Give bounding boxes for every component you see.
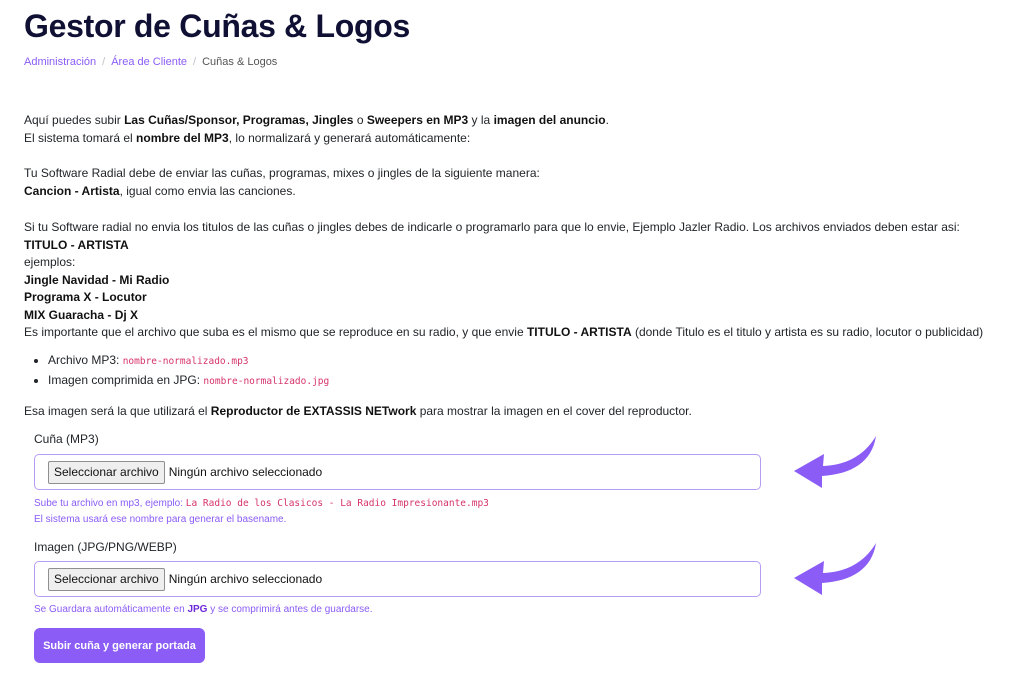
- breadcrumb-administracion[interactable]: Administración: [24, 56, 96, 68]
- image-file-status: Ningún archivo seleccionado: [168, 572, 323, 586]
- text: (donde Titulo es el titulo y artista es …: [631, 325, 984, 339]
- breadcrumb-separator: /: [102, 56, 106, 68]
- text: , lo normalizará y generará automáticame…: [228, 130, 471, 145]
- intro-line-2: El sistema tomará el nombre del MP3, lo …: [24, 130, 999, 148]
- text: Si tu Software radial no envia los titul…: [24, 220, 960, 234]
- intro-line-4: Cancion - Artista, igual como envia las …: [24, 183, 999, 201]
- image-select-file-button[interactable]: Seleccionar archivo: [48, 567, 165, 591]
- bold-text: Reproductor de EXTASSIS NETwork: [210, 403, 417, 418]
- filename-code: La Radio de los Clasicos - La Radio Impr…: [185, 498, 489, 509]
- breadcrumb-current: Cuñas & Logos: [202, 56, 278, 68]
- text: .: [605, 113, 609, 127]
- text: Se Guardara automáticamente en: [34, 604, 188, 615]
- text: y la: [468, 113, 494, 127]
- list-item: Archivo MP3: nombre-normalizado.mp3: [48, 352, 999, 371]
- curved-arrow-left-icon: [794, 436, 876, 488]
- mp3-file-input[interactable]: Seleccionar archivo Ningún archivo selec…: [34, 454, 761, 490]
- text: Aquí puedes subir: [24, 113, 125, 127]
- example-1: Jingle Navidad - Mi Radio: [24, 272, 999, 290]
- breadcrumb-area-cliente[interactable]: Área de Cliente: [111, 56, 187, 68]
- bold-text: imagen del anuncio: [493, 113, 606, 127]
- text: y se comprimirá antes de guardarse.: [207, 604, 373, 615]
- bold-text: TITULO - ARTISTA: [24, 237, 129, 252]
- text: Sube tu archivo en mp3, ejemplo:: [34, 498, 186, 509]
- submit-button[interactable]: Subir cuña y generar portada: [34, 628, 205, 663]
- mp3-field-label: Cuña (MP3): [34, 432, 99, 446]
- bold-text: Programa X - Locutor: [24, 290, 147, 304]
- intro-line-1: Aquí puedes subir Las Cuñas/Sponsor, Pro…: [24, 112, 999, 130]
- example-2: Programa X - Locutor: [24, 289, 999, 307]
- text: Esa imagen será la que utilizará el: [24, 403, 211, 418]
- text: para mostrar la imagen en el cover del r…: [416, 403, 692, 418]
- intro-line-7: Es importante que el archivo que suba es…: [24, 324, 999, 342]
- text: Es importante que el archivo que suba es…: [24, 325, 527, 339]
- text: El sistema usará ese nombre para generar…: [34, 514, 287, 525]
- bold-text: TITULO - ARTISTA: [526, 325, 632, 339]
- bold-text: JPG: [187, 604, 208, 615]
- text: El sistema tomará el: [24, 130, 137, 145]
- image-file-input[interactable]: Seleccionar archivo Ningún archivo selec…: [34, 561, 761, 597]
- mp3-help-text: Sube tu archivo en mp3, ejemplo: La Radi…: [34, 496, 489, 528]
- bold-text: Jingle Navidad - Mi Radio: [24, 272, 170, 287]
- example-3: MIX Guaracha - Dj X: [24, 307, 999, 325]
- mp3-select-file-button[interactable]: Seleccionar archivo: [48, 460, 165, 484]
- bold-text: Sweepers en MP3: [366, 113, 469, 127]
- breadcrumb-separator: /: [193, 56, 197, 68]
- image-field-label: Imagen (JPG/PNG/WEBP): [34, 540, 177, 554]
- curved-arrow-left-icon: [794, 543, 876, 595]
- intro-line-8: Esa imagen será la que utilizará el Repr…: [24, 403, 999, 421]
- intro-content: Aquí puedes subir Las Cuñas/Sponsor, Pro…: [24, 112, 999, 420]
- intro-line-5: Si tu Software radial no envia los titul…: [24, 219, 999, 254]
- text: Imagen comprimida en JPG:: [48, 373, 204, 387]
- mp3-file-status: Ningún archivo seleccionado: [168, 465, 323, 479]
- list-item: Imagen comprimida en JPG: nombre-normali…: [48, 372, 999, 391]
- bold-text: Cancion - Artista: [24, 183, 120, 198]
- filename-code: nombre-normalizado.mp3: [122, 355, 249, 367]
- filename-code: nombre-normalizado.jpg: [203, 376, 330, 387]
- output-files-list: Archivo MP3: nombre-normalizado.mp3 Imag…: [24, 352, 999, 391]
- text: Archivo MP3:: [48, 352, 123, 367]
- bold-text: Las Cuñas/Sponsor, Programas, Jingles: [124, 113, 354, 127]
- intro-line-3: Tu Software Radial debe de enviar las cu…: [24, 166, 540, 180]
- page-title: Gestor de Cuñas & Logos: [24, 8, 411, 44]
- text: , igual como envia las canciones.: [119, 183, 296, 198]
- examples-label: ejemplos:: [24, 255, 76, 269]
- image-help-text: Se Guardara automáticamente en JPG y se …: [34, 602, 373, 618]
- text: o: [353, 113, 367, 127]
- bold-text: MIX Guaracha - Dj X: [24, 307, 139, 322]
- breadcrumb: Administración / Área de Cliente / Cuñas…: [24, 56, 277, 68]
- bold-text: nombre del MP3: [136, 130, 229, 145]
